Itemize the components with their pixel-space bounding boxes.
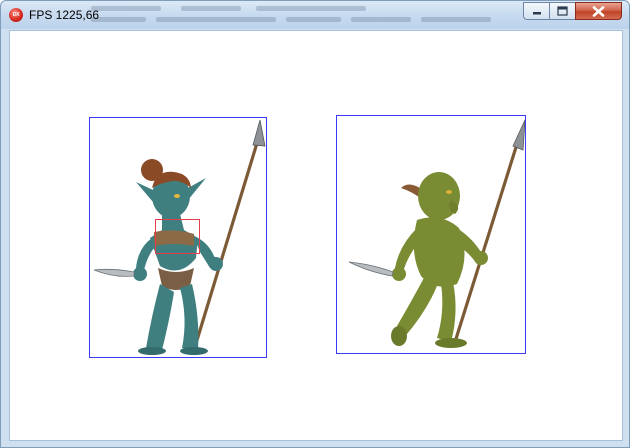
sprite-bounding-box[interactable] — [336, 115, 526, 354]
maximize-button[interactable] — [549, 2, 576, 20]
directx-app-icon[interactable]: DX — [9, 8, 23, 22]
maximize-icon — [557, 6, 568, 16]
window-title: FPS 1225,66 — [29, 8, 100, 22]
selection-hitbox[interactable] — [155, 219, 200, 254]
close-button[interactable] — [575, 2, 622, 20]
close-icon — [592, 5, 605, 17]
sprite-bounding-box[interactable] — [89, 117, 267, 358]
male-goblin-sprite[interactable] — [337, 116, 525, 353]
render-viewport[interactable] — [9, 30, 623, 441]
minimize-button[interactable] — [523, 2, 550, 20]
blurred-background-titlebar — [91, 4, 501, 26]
title-bar[interactable]: DX FPS 1225,66 — [1, 1, 629, 29]
minimize-icon — [532, 12, 541, 15]
app-window: DX FPS 1225,66 — [0, 0, 630, 448]
